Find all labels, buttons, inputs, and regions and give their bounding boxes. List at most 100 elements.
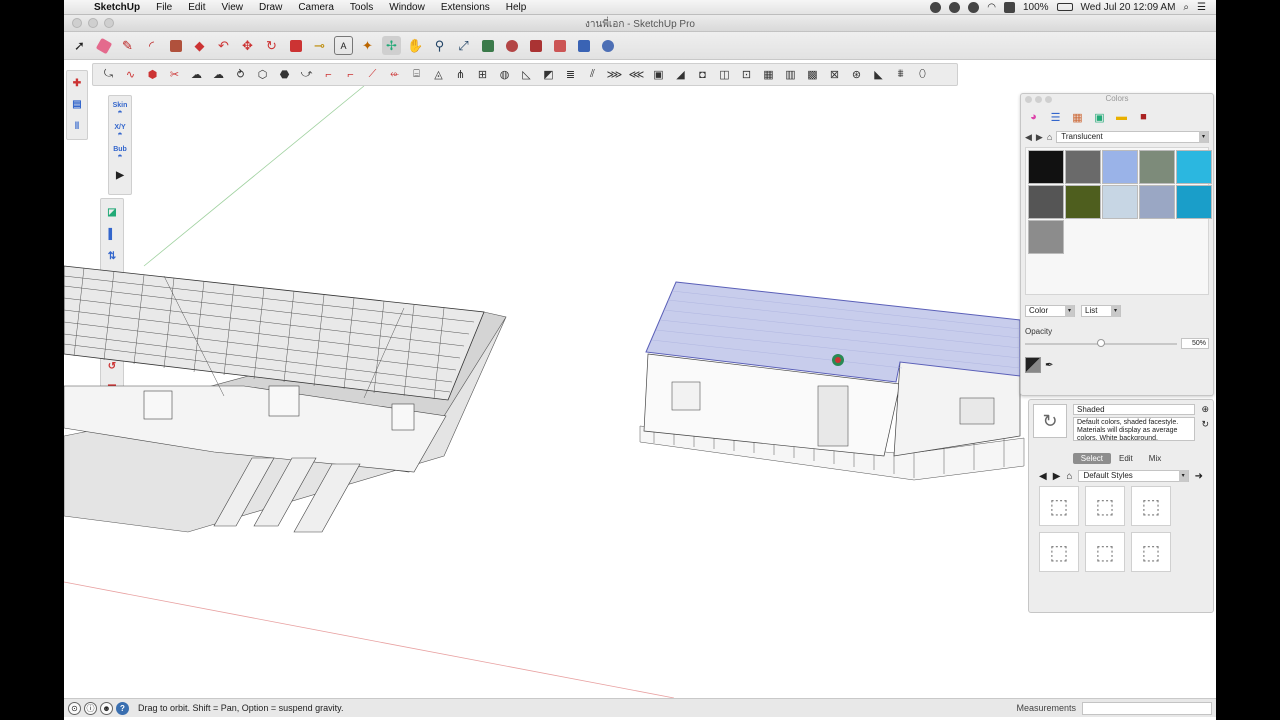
zoom-tool-icon[interactable]: ⚲ — [430, 36, 449, 55]
plugin-tool-21-icon[interactable]: ◩ — [539, 66, 558, 84]
plugin-tool-4-icon[interactable]: ✂ — [165, 66, 184, 84]
color-sliders-icon[interactable]: ☰ — [1049, 111, 1062, 124]
forward-icon[interactable]: ▶ — [1036, 132, 1043, 143]
current-color-sample[interactable] — [1025, 357, 1041, 373]
extension-warehouse-icon[interactable] — [550, 36, 569, 55]
back-icon[interactable]: ◀ — [1039, 471, 1047, 482]
colors-panel-zoom-button[interactable] — [1045, 96, 1052, 103]
eraser-tool-icon[interactable] — [94, 36, 113, 55]
home-icon[interactable]: ⌂ — [1066, 471, 1072, 482]
menu-window[interactable]: Window — [381, 2, 433, 13]
style-thumbnail[interactable]: ↻ — [1033, 404, 1067, 438]
style-description-field[interactable]: Default colors, shaded facestyle. Materi… — [1073, 417, 1196, 441]
orbit-tool-icon[interactable]: ✢ — [382, 36, 401, 55]
color-palettes-icon[interactable]: ▦ — [1071, 111, 1084, 124]
material-swatch[interactable] — [1028, 185, 1064, 219]
colors-panel-minimize-button[interactable] — [1035, 96, 1042, 103]
plugin-tool-9-icon[interactable]: ⬣ — [275, 66, 294, 84]
battery-icon[interactable] — [1056, 3, 1073, 11]
menu-extensions[interactable]: Extensions — [433, 2, 498, 13]
crayons-icon[interactable]: ▬ — [1115, 111, 1128, 124]
layout-icon[interactable] — [574, 36, 593, 55]
move-tool-icon[interactable]: ✥ — [238, 36, 257, 55]
material-swatch[interactable] — [1028, 150, 1064, 184]
plugin-tool-19-icon[interactable]: ◍ — [495, 66, 514, 84]
menu-file[interactable]: File — [148, 2, 180, 13]
style-thumb[interactable]: ⬚ — [1039, 486, 1079, 526]
plugin-tool-20-icon[interactable]: ◺ — [517, 66, 536, 84]
clock[interactable]: Wed Jul 20 12:09 AM — [1081, 2, 1176, 13]
plugin-tool-2-icon[interactable]: ∿ — [121, 66, 140, 84]
plugin-tool-26-icon[interactable]: ▣ — [649, 66, 668, 84]
plugin-tool-11-icon[interactable]: ⌐ — [319, 66, 338, 84]
plugin-tool-27-icon[interactable]: ◢ — [671, 66, 690, 84]
colors-panel-close-button[interactable] — [1025, 96, 1032, 103]
notification-center-icon[interactable]: ☰ — [1197, 2, 1206, 13]
warehouse-icon[interactable] — [478, 36, 497, 55]
plugin-tool-17-icon[interactable]: ⋔ — [451, 66, 470, 84]
update-style-button-icon[interactable]: ↻ — [1201, 419, 1209, 430]
scale-tool-icon[interactable] — [286, 36, 305, 55]
menu-edit[interactable]: Edit — [180, 2, 213, 13]
opacity-slider[interactable] — [1025, 338, 1177, 347]
plugin-tool-13-icon[interactable]: ⟋ — [363, 66, 382, 84]
plugin-tool-31-icon[interactable]: ▦ — [759, 66, 778, 84]
select-tool-icon[interactable]: ➚ — [70, 36, 89, 55]
material-swatch[interactable] — [1102, 150, 1138, 184]
plugin-tool-38-icon[interactable]: ⬯ — [913, 66, 932, 84]
plugin-tool-35-icon[interactable]: ⊛ — [847, 66, 866, 84]
style-thumb[interactable]: ⬚ — [1039, 532, 1079, 572]
plugin-tool-3-icon[interactable]: ⬢ — [143, 66, 162, 84]
extension-manager-icon[interactable] — [598, 36, 617, 55]
shape-tool-icon[interactable] — [166, 36, 185, 55]
color-mode-dropdown[interactable]: Color ▾ — [1025, 305, 1075, 317]
menu-help[interactable]: Help — [498, 2, 535, 13]
share-component-icon[interactable] — [526, 36, 545, 55]
plugin-tool-30-icon[interactable]: ⊡ — [737, 66, 756, 84]
styles-collection-select[interactable]: Default Styles ▾ — [1078, 470, 1189, 482]
plugin-tool-22-icon[interactable]: ≣ — [561, 66, 580, 84]
style-thumb[interactable]: ⬚ — [1131, 486, 1171, 526]
image-palettes-icon[interactable]: ▣ — [1093, 111, 1106, 124]
menu-tools[interactable]: Tools — [342, 2, 381, 13]
plugin-tool-23-icon[interactable]: ⫽ — [583, 66, 602, 84]
style-name-field[interactable]: Shaded — [1073, 404, 1196, 415]
details-arrow-icon[interactable]: ➜ — [1195, 471, 1203, 482]
plugin-tool-32-icon[interactable]: ▥ — [781, 66, 800, 84]
skype-status-icon[interactable] — [930, 1, 942, 13]
materials-icon[interactable]: ■ — [1137, 111, 1150, 124]
material-swatch[interactable] — [1139, 150, 1175, 184]
material-swatch[interactable] — [1139, 185, 1175, 219]
home-icon[interactable]: ⌂ — [1047, 132, 1052, 142]
plugin-tool-15-icon[interactable]: ⌸ — [407, 66, 426, 84]
plugin-tool-8-icon[interactable]: ⬡ — [253, 66, 272, 84]
offset-tool-icon[interactable]: ↶ — [214, 36, 233, 55]
zoom-extents-tool-icon[interactable]: ⤢ — [454, 36, 473, 55]
style-thumb[interactable]: ⬚ — [1085, 532, 1125, 572]
plugin-tool-14-icon[interactable]: ⬰ — [385, 66, 404, 84]
tape-measure-tool-icon[interactable]: ⊸ — [310, 36, 329, 55]
sync-status-icon[interactable] — [968, 1, 980, 13]
record-status-icon[interactable] — [949, 1, 961, 13]
plugin-tool-34-icon[interactable]: ⊠ — [825, 66, 844, 84]
wifi-icon[interactable]: ◠ — [987, 2, 996, 13]
plugin-tool-28-icon[interactable]: ◘ — [693, 66, 712, 84]
plugin-tool-25-icon[interactable]: ⋘ — [627, 66, 646, 84]
menu-camera[interactable]: Camera — [290, 2, 342, 13]
push-pull-tool-icon[interactable]: ◆ — [190, 36, 209, 55]
plugin-tool-5-icon[interactable]: ☁ — [187, 66, 206, 84]
share-model-icon[interactable] — [502, 36, 521, 55]
pan-tool-icon[interactable]: ✋ — [406, 36, 425, 55]
plugin-tool-29-icon[interactable]: ◫ — [715, 66, 734, 84]
menu-draw[interactable]: Draw — [251, 2, 290, 13]
plugin-tool-24-icon[interactable]: ⋙ — [605, 66, 624, 84]
tab-mix[interactable]: Mix — [1141, 453, 1169, 464]
menu-app[interactable]: SketchUp — [86, 2, 148, 13]
plugin-tool-16-icon[interactable]: ◬ — [429, 66, 448, 84]
rotate-tool-icon[interactable]: ↻ — [262, 36, 281, 55]
style-thumb[interactable]: ⬚ — [1131, 532, 1171, 572]
paint-bucket-tool-icon[interactable]: ✦ — [358, 36, 377, 55]
opacity-slider-knob[interactable] — [1097, 338, 1105, 347]
material-swatch[interactable] — [1176, 150, 1212, 184]
input-source-icon[interactable] — [1003, 1, 1015, 13]
